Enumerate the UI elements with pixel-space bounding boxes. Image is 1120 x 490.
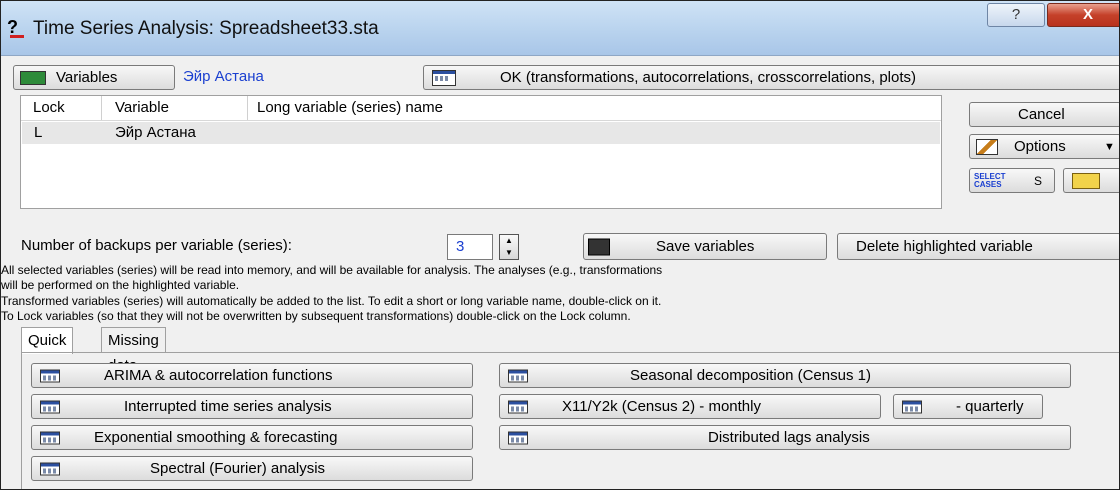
close-icon: X [1082, 6, 1093, 23]
save-variables-label: Save variables [656, 238, 755, 255]
ok-spreadsheet-icon [432, 69, 456, 86]
select-cases-icon: SELECT CASES [974, 171, 1006, 189]
cancel-button[interactable]: Cancel [969, 102, 1119, 127]
variables-button-label: Variables [56, 69, 118, 86]
ok-button-label: OK (transformations, autocorrelations, c… [500, 69, 916, 86]
seasonal-spreadsheet-icon [508, 369, 528, 382]
spin-down-icon[interactable]: ▼ [500, 247, 518, 259]
statistica-app-icon: ? [7, 17, 29, 41]
distributed-label: Distributed lags analysis [708, 429, 870, 446]
delete-variable-label: Delete highlighted variable [856, 238, 1033, 255]
info-line-1: All selected variables (series) will be … [1, 263, 663, 277]
x11-quarterly-button[interactable]: - quarterly [893, 394, 1043, 419]
chevron-down-icon: ▼ [1104, 140, 1115, 153]
interrupted-label: Interrupted time series analysis [124, 398, 332, 415]
ok-button[interactable]: OK (transformations, autocorrelations, c… [423, 65, 1119, 90]
info-line-2: will be performed on the highlighted var… [1, 278, 240, 292]
column-header-lock[interactable]: Lock [33, 99, 65, 116]
tab-quick[interactable]: Quick [21, 327, 74, 354]
table-header: Lock Variable Long variable (series) nam… [21, 96, 941, 121]
selected-variable-name: Эйр Астана [183, 68, 264, 85]
row-variable-cell[interactable]: Эйр Астана [115, 124, 196, 141]
select-cases-button[interactable]: SELECT CASES S [969, 168, 1055, 193]
arima-label: ARIMA & autocorrelation functions [104, 367, 333, 384]
x11-label: X11/Y2k (Census 2) - monthly [562, 398, 761, 415]
distributed-spreadsheet-icon [508, 431, 528, 444]
title-bar: ? Time Series Analysis: Spreadsheet33.st… [1, 1, 1119, 56]
options-button-label: Options [1014, 138, 1066, 155]
save-icon [588, 238, 610, 255]
exponential-label: Exponential smoothing & forecasting [94, 429, 338, 446]
seasonal-label: Seasonal decomposition (Census 1) [630, 367, 871, 384]
open-folder-button[interactable] [1063, 168, 1119, 193]
x11-monthly-button[interactable]: X11/Y2k (Census 2) - monthly [499, 394, 881, 419]
tab-missing-data[interactable]: Missing data [101, 327, 166, 374]
row-lock-cell[interactable]: L [34, 124, 42, 141]
variables-icon [20, 70, 46, 85]
column-header-long-name[interactable]: Long variable (series) name [257, 99, 443, 116]
help-button[interactable]: ? [987, 3, 1045, 27]
delete-variable-button[interactable]: Delete highlighted variable [837, 233, 1119, 260]
distributed-lags-button[interactable]: Distributed lags analysis [499, 425, 1071, 450]
backups-label: Number of backups per variable (series): [21, 237, 292, 254]
arima-spreadsheet-icon [40, 369, 60, 382]
interrupted-button[interactable]: Interrupted time series analysis [31, 394, 473, 419]
window-title: Time Series Analysis: Spreadsheet33.sta [33, 18, 379, 39]
options-button[interactable]: Options ▼ [969, 134, 1119, 159]
time-series-dialog: ? Time Series Analysis: Spreadsheet33.st… [0, 0, 1120, 490]
save-variables-button[interactable]: Save variables [583, 233, 827, 260]
exponential-button[interactable]: Exponential smoothing & forecasting [31, 425, 473, 450]
spin-up-icon[interactable]: ▲ [500, 235, 518, 247]
close-button[interactable]: X [1047, 3, 1119, 27]
column-header-variable[interactable]: Variable [115, 99, 169, 116]
backups-input[interactable]: 3 [447, 234, 493, 260]
help-icon: ? [1011, 6, 1021, 23]
quarterly-spreadsheet-icon [902, 400, 922, 413]
exponential-spreadsheet-icon [40, 431, 60, 444]
variables-table[interactable]: Lock Variable Long variable (series) nam… [20, 95, 942, 209]
table-row[interactable]: L Эйр Астана [22, 122, 940, 144]
info-line-3: Transformed variables (series) will auto… [1, 294, 662, 308]
spectral-spreadsheet-icon [40, 462, 60, 475]
quarterly-label: - quarterly [956, 398, 1024, 415]
seasonal-button[interactable]: Seasonal decomposition (Census 1) [499, 363, 1071, 388]
spectral-label: Spectral (Fourier) analysis [150, 460, 326, 477]
select-cases-label: S [1034, 173, 1043, 188]
options-icon [976, 138, 998, 155]
cancel-button-label: Cancel [1018, 106, 1065, 123]
spectral-button[interactable]: Spectral (Fourier) analysis [31, 456, 473, 481]
folder-icon [1072, 172, 1100, 189]
variables-button[interactable]: Variables [13, 65, 175, 90]
x11-spreadsheet-icon [508, 400, 528, 413]
backups-spinner[interactable]: ▲ ▼ [499, 234, 519, 260]
info-line-4: To Lock variables (so that they will not… [1, 309, 631, 323]
interrupted-spreadsheet-icon [40, 400, 60, 413]
arima-button[interactable]: ARIMA & autocorrelation functions [31, 363, 473, 388]
